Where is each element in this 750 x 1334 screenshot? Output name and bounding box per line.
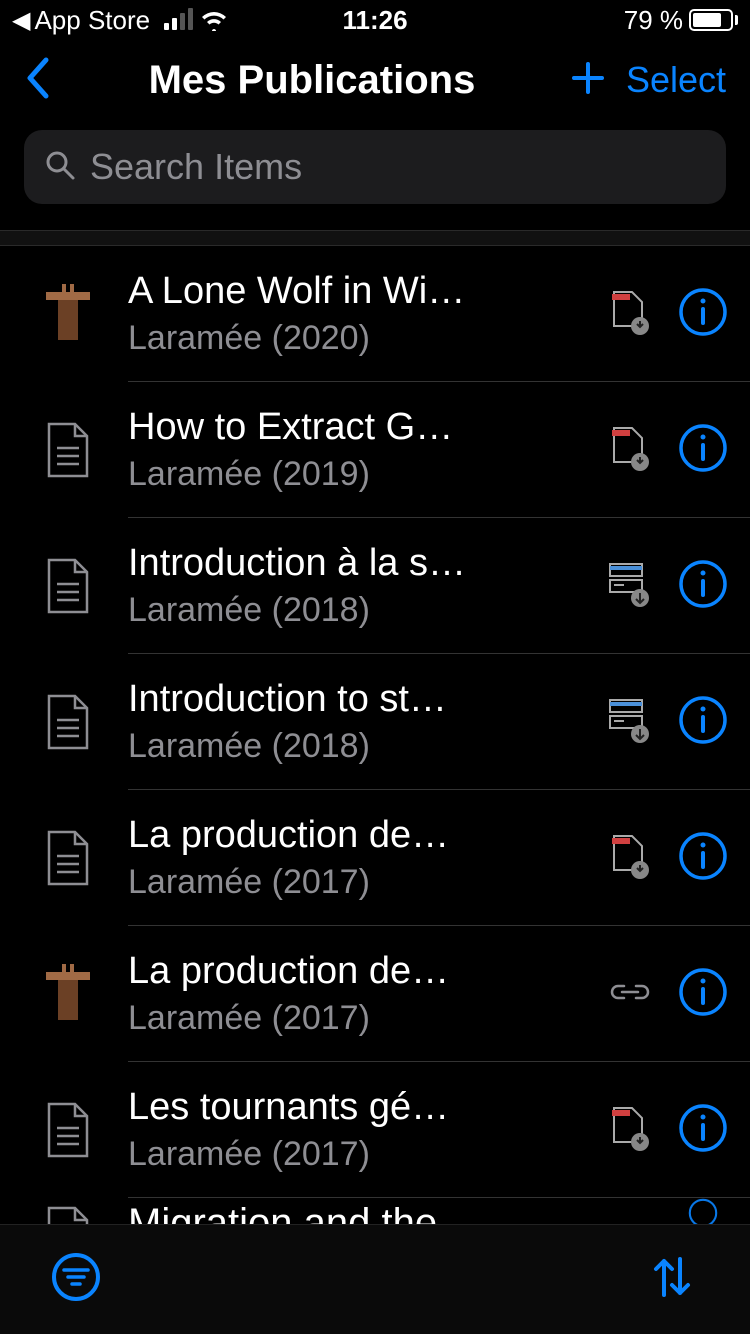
search-icon [44, 149, 76, 186]
document-icon [28, 692, 108, 752]
info-button[interactable] [678, 559, 728, 614]
cellular-signal-icon [164, 10, 193, 30]
document-icon [28, 1100, 108, 1160]
info-button[interactable] [678, 967, 728, 1022]
attachment-doc-red-icon[interactable] [608, 424, 652, 477]
attachment-doc-red-icon[interactable] [608, 832, 652, 885]
list-item-title: Introduction à la s… [128, 540, 594, 588]
list-item-title: A Lone Wolf in Wi… [128, 268, 596, 316]
list-item-title: How to Extract G… [128, 404, 596, 452]
info-button[interactable] [678, 1103, 728, 1158]
search-wrap [0, 120, 750, 230]
list-item-subtitle: Laramée (2017) [128, 1132, 596, 1176]
filter-button[interactable] [50, 1251, 102, 1308]
list-item[interactable]: Les tournants gé…Laramée (2017) [0, 1062, 750, 1198]
info-button[interactable] [678, 695, 728, 750]
search-field[interactable] [24, 130, 726, 204]
list-item-subtitle: Laramée (2017) [128, 996, 596, 1040]
wifi-icon [199, 9, 229, 31]
add-button[interactable] [550, 58, 626, 103]
attachment-link-icon[interactable] [608, 980, 652, 1009]
list-item[interactable]: How to Extract G…Laramée (2019) [0, 382, 750, 518]
list-item-text: Migration and the [108, 1198, 678, 1224]
list-item[interactable]: La production de…Laramée (2017) [0, 926, 750, 1062]
info-button[interactable] [678, 287, 728, 342]
list-item-title: La production de… [128, 812, 596, 860]
status-time: 11:26 [342, 5, 407, 36]
status-bar: ◀ App Store 11:26 79 % [0, 0, 750, 40]
info-button[interactable] [678, 1198, 728, 1224]
filter-icon [50, 1251, 102, 1303]
nav-bar: Mes Publications Select [0, 40, 750, 120]
list-item-text: A Lone Wolf in Wi…Laramée (2020) [108, 268, 608, 360]
list-item-subtitle: Laramée (2017) [128, 860, 596, 904]
publication-list[interactable]: A Lone Wolf in Wi…Laramée (2020) How to … [0, 246, 750, 1224]
page-title: Mes Publications [74, 58, 550, 103]
list-item-title: Migration and the [128, 1198, 666, 1224]
document-icon [28, 828, 108, 888]
bottom-toolbar [0, 1224, 750, 1334]
list-item-text: Introduction to st…Laramée (2018) [108, 676, 606, 768]
battery-percentage: 79 % [624, 5, 683, 36]
list-item-title: Introduction to st… [128, 676, 594, 724]
back-icon [24, 56, 50, 100]
podium-icon [28, 282, 108, 346]
attachment-server-icon[interactable] [606, 696, 652, 749]
sort-button[interactable] [644, 1249, 700, 1310]
list-item[interactable]: Migration and the [0, 1198, 750, 1224]
breadcrumb-app[interactable]: App Store [34, 5, 150, 36]
list-item-subtitle: Laramée (2019) [128, 452, 596, 496]
list-item-subtitle: Laramée (2020) [128, 316, 596, 360]
list-item-text: La production de…Laramée (2017) [108, 812, 608, 904]
add-icon [568, 58, 608, 98]
back-button[interactable] [24, 56, 74, 105]
list-item-title: Les tournants gé… [128, 1084, 596, 1132]
list-item-subtitle: Laramée (2018) [128, 724, 594, 768]
list-item[interactable]: A Lone Wolf in Wi…Laramée (2020) [0, 246, 750, 382]
list-item-text: Introduction à la s…Laramée (2018) [108, 540, 606, 632]
attachment-doc-red-icon[interactable] [608, 1104, 652, 1157]
list-item-text: La production de…Laramée (2017) [108, 948, 608, 1040]
info-button[interactable] [678, 831, 728, 886]
document-icon [28, 556, 108, 616]
list-item-title: La production de… [128, 948, 596, 996]
list-item[interactable]: Introduction to st…Laramée (2018) [0, 654, 750, 790]
list-item[interactable]: Introduction à la s…Laramée (2018) [0, 518, 750, 654]
breadcrumb-back-icon[interactable]: ◀ [12, 6, 30, 35]
list-item-text: Les tournants gé…Laramée (2017) [108, 1084, 608, 1176]
select-button[interactable]: Select [626, 59, 726, 101]
podium-icon [28, 962, 108, 1026]
battery-icon [689, 9, 738, 31]
list-top-divider [0, 230, 750, 246]
list-item-text: How to Extract G…Laramée (2019) [108, 404, 608, 496]
info-button[interactable] [678, 423, 728, 478]
document-icon [28, 420, 108, 480]
document-icon [28, 1198, 108, 1224]
attachment-doc-red-icon[interactable] [608, 288, 652, 341]
sort-icon [644, 1249, 700, 1305]
list-item[interactable]: La production de…Laramée (2017) [0, 790, 750, 926]
attachment-server-icon[interactable] [606, 560, 652, 613]
list-item-subtitle: Laramée (2018) [128, 588, 594, 632]
search-input[interactable] [90, 146, 706, 188]
